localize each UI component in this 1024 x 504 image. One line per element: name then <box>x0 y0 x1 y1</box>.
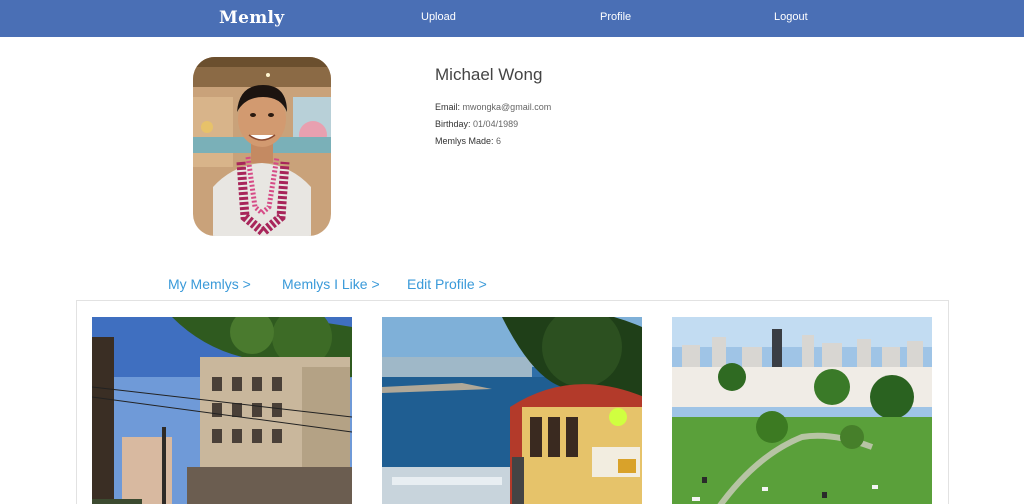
tab-my-memlys[interactable]: My Memlys > <box>168 276 251 292</box>
nav-profile-link[interactable]: Profile <box>600 11 631 23</box>
memly-photo-cable-car[interactable] <box>382 317 642 504</box>
brand-logo[interactable]: Memly <box>219 8 284 28</box>
email-value: mwongka@gmail.com <box>462 102 552 112</box>
birthday-label: Birthday: <box>435 119 471 129</box>
birthday-value: 01/04/1989 <box>473 119 519 129</box>
top-navbar: Memly Upload Profile Logout <box>0 0 1024 37</box>
memlys-made-label: Memlys Made: <box>435 136 494 146</box>
park-skyline-photo <box>672 317 932 504</box>
memlys-made-line: Memlys Made: 6 <box>435 136 501 146</box>
birthday-line: Birthday: 01/04/1989 <box>435 119 518 129</box>
cable-car-photo <box>382 317 642 504</box>
street-buildings-photo <box>92 317 352 504</box>
email-line: Email: mwongka@gmail.com <box>435 102 551 112</box>
memly-gallery <box>76 300 949 504</box>
memlys-made-count: 6 <box>496 136 502 146</box>
profile-name: Michael Wong <box>435 65 543 84</box>
email-label: Email: <box>435 102 461 112</box>
avatar-image <box>193 57 331 236</box>
tab-edit-profile[interactable]: Edit Profile > <box>407 276 487 292</box>
profile-avatar <box>193 57 331 236</box>
tab-memlys-i-like[interactable]: Memlys I Like > <box>282 276 380 292</box>
nav-logout-link[interactable]: Logout <box>774 11 808 23</box>
memly-photo-park[interactable] <box>672 317 932 504</box>
memly-photo-street[interactable] <box>92 317 352 504</box>
nav-upload-link[interactable]: Upload <box>421 11 456 23</box>
